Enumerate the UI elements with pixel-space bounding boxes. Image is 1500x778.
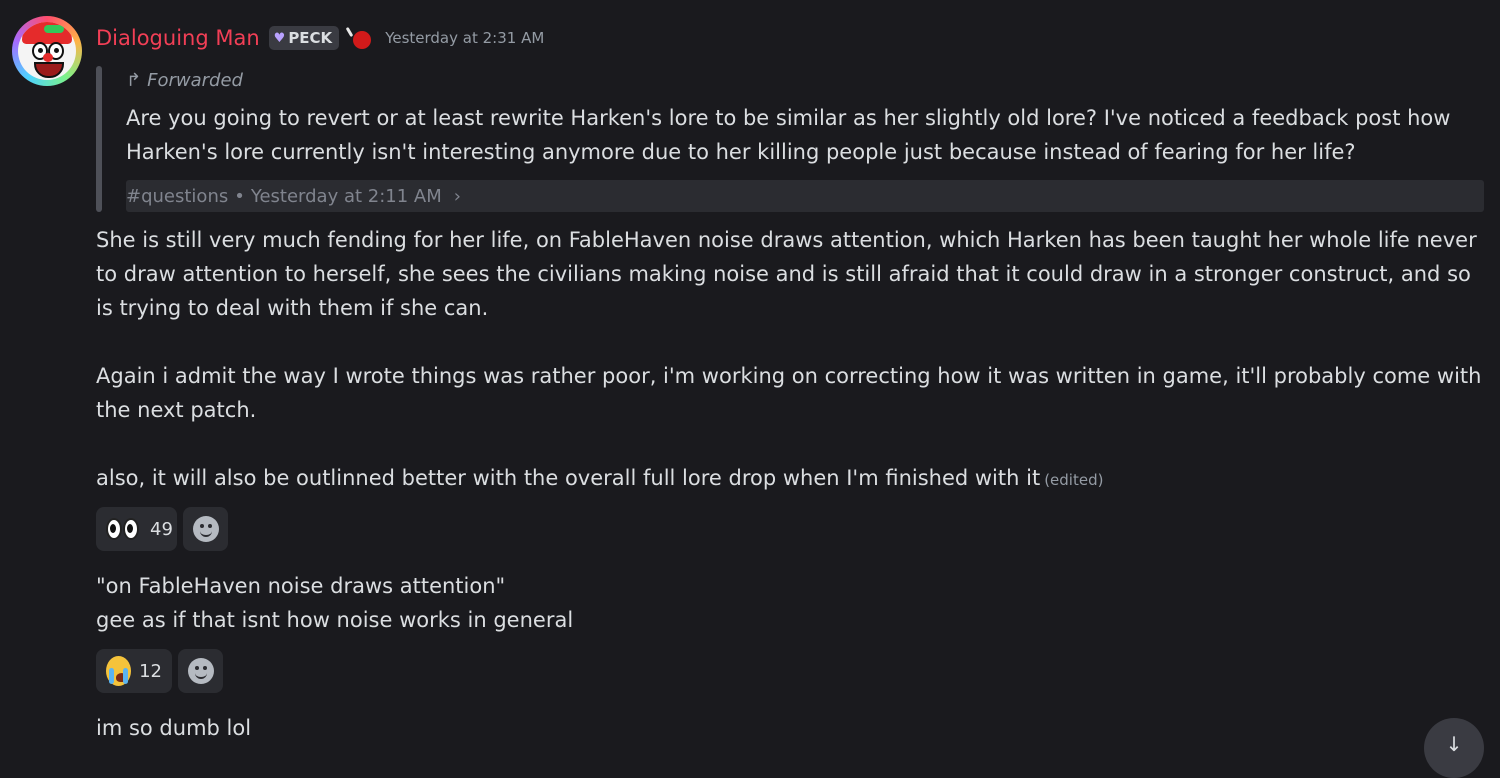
badge-icon bbox=[345, 25, 373, 51]
sob-icon bbox=[106, 656, 132, 686]
chevron-right-icon[interactable]: › bbox=[454, 186, 461, 207]
message-paragraph: also, it will also be outlinned better w… bbox=[96, 466, 1104, 490]
forwarded-text: Are you going to revert or at least rewr… bbox=[126, 106, 1451, 164]
forwarded-source[interactable]: #questions • Yesterday at 2:11 AM › bbox=[126, 180, 1484, 212]
arrow-down-icon: ↓ bbox=[1445, 732, 1463, 756]
message-paragraph: She is still very much fending for her l… bbox=[96, 228, 1477, 320]
reaction-sob[interactable]: 12 bbox=[96, 649, 172, 693]
username[interactable]: Dialoguing Man bbox=[96, 26, 260, 50]
add-reaction-icon bbox=[192, 516, 219, 542]
source-channel[interactable]: #questions bbox=[126, 186, 228, 207]
followup-line: im so dumb lol bbox=[96, 716, 252, 740]
reaction-count: 49 bbox=[150, 518, 173, 540]
quote-bar bbox=[96, 66, 102, 212]
followup-line: gee as if that isnt how noise works in g… bbox=[96, 608, 574, 632]
message-paragraph: Again i admit the way I wrote things was… bbox=[96, 364, 1482, 422]
clown-avatar-icon bbox=[18, 22, 76, 80]
reaction-count: 12 bbox=[139, 660, 162, 682]
forward-icon: ↱ bbox=[126, 70, 142, 91]
heart-icon: ♥ bbox=[273, 30, 286, 46]
avatar[interactable] bbox=[12, 16, 82, 86]
message-header: Dialoguing Man ♥ PECK Yesterday at 2:31 … bbox=[96, 22, 544, 54]
timestamp[interactable]: Yesterday at 2:31 AM bbox=[385, 29, 544, 47]
add-reaction-button[interactable] bbox=[183, 507, 228, 551]
forwarded-message: ↱ Forwarded Are you going to revert or at… bbox=[96, 66, 1484, 212]
guild-tag-label: PECK bbox=[288, 29, 333, 47]
scroll-to-bottom-button[interactable]: ↓ bbox=[1424, 718, 1484, 778]
reaction-eyes[interactable]: 49 bbox=[96, 507, 177, 551]
guild-tag[interactable]: ♥ PECK bbox=[268, 26, 340, 50]
edited-label: (edited) bbox=[1044, 471, 1104, 489]
forwarded-label: ↱ Forwarded bbox=[126, 70, 243, 91]
eyes-icon bbox=[106, 518, 140, 540]
add-reaction-button[interactable] bbox=[178, 649, 223, 693]
separator: • bbox=[234, 185, 245, 207]
followup-line: "on FableHaven noise draws attention" bbox=[96, 574, 506, 598]
add-reaction-icon bbox=[187, 658, 214, 684]
source-time: Yesterday at 2:11 AM bbox=[250, 185, 442, 207]
